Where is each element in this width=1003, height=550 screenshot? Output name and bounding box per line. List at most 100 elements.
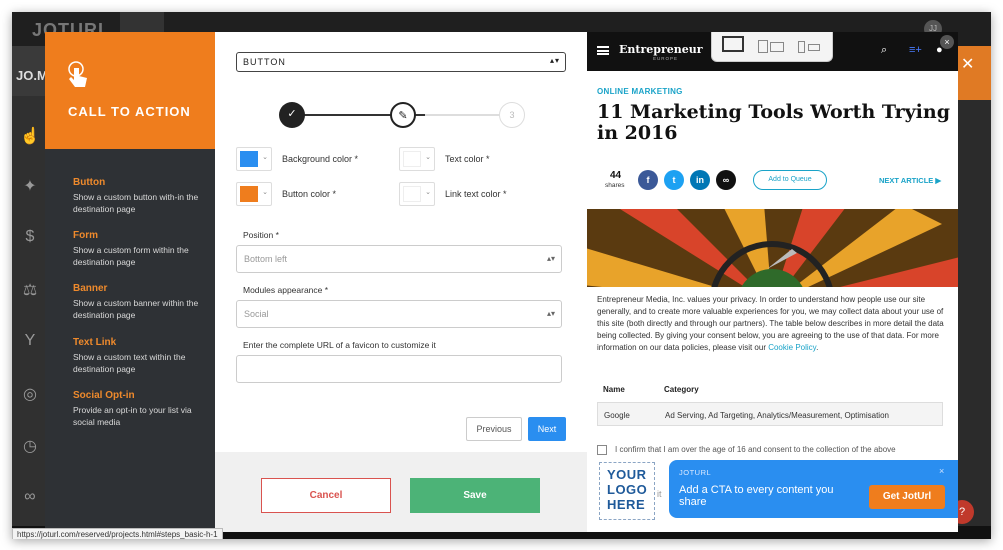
table-cell-category: Ad Serving, Ad Targeting, Analytics/Meas… [665,411,889,420]
favicon-url-input[interactable] [236,355,562,383]
scale-icon[interactable]: ⚖ [20,280,40,300]
consent-checkbox[interactable] [597,445,607,455]
cookie-policy-link[interactable]: Cookie Policy [768,343,816,352]
cta-popup: JOTURL Add a CTA to every content you sh… [669,460,958,518]
cta-item-title: Banner [73,283,108,294]
cta-item-desc: Provide an opt-in to your list via socia… [73,405,192,427]
button-color-label: Button color * [282,189,337,199]
cta-item-title: Social Opt-in [73,390,135,401]
tablet-landscape-icon[interactable] [770,42,784,52]
article-headline: 11 Marketing Tools Worth Trying in 2016 [597,101,951,144]
table-cell-name: Google [604,411,630,420]
text-color-picker[interactable]: ⌄ [399,147,435,171]
device-toggle-bar [711,32,833,62]
button-color-chip [240,186,258,202]
step-3[interactable]: 3 [499,102,525,128]
modules-appearance-select[interactable]: Social ▴▾ [236,300,562,328]
chevron-down-icon: ⌄ [262,189,268,196]
position-value: Bottom left [244,254,288,264]
cta-item-form[interactable]: Form Show a custom form within the desti… [73,230,203,268]
privacy-text-end: . [816,343,819,352]
cta-item-title: Text Link [73,337,117,348]
target-icon[interactable]: ◎ [20,384,40,404]
cta-item-social-optin[interactable]: Social Opt-in Provide an opt-in to your … [73,390,203,428]
link-icon[interactable]: ∞ [20,488,40,508]
table-header-name: Name [603,385,625,394]
status-bar-url: https://joturl.com/reserved/projects.htm… [12,528,223,539]
position-label: Position * [243,230,279,240]
desktop-view-icon[interactable] [722,36,744,52]
logo-line: HERE [607,497,646,512]
cta-title: CALL TO ACTION [68,104,191,119]
cta-item-desc: Show a custom form within the destinatio… [73,245,189,267]
cta-form: BUTTON ▴▾ ✓ ✎ 3 ⌄ Background color * ⌄ T… [215,32,587,532]
shares-label: shares [605,182,625,189]
cancel-button[interactable]: Cancel [261,478,391,513]
cta-type-select[interactable]: BUTTON ▴▾ [236,52,566,72]
get-joturl-button[interactable]: Get JotUrl [869,485,945,509]
add-to-list-icon[interactable]: ≡+ [909,44,922,56]
step-1-check-icon[interactable]: ✓ [279,102,305,128]
cta-item-button[interactable]: Button Show a custom button with-in the … [73,177,203,215]
hand-icon[interactable]: ☝ [20,126,40,146]
modules-appearance-value: Social [244,309,269,319]
article-category[interactable]: ONLINE MARKETING [597,87,683,96]
cta-type-list: Button Show a custom button with-in the … [45,149,215,532]
chevron-down-icon: ⌄ [262,154,268,161]
mobile-landscape-icon[interactable] [808,44,820,51]
project-title: JO.M [16,68,48,83]
site-brand[interactable]: Entrepreneur [619,43,703,56]
dollar-icon[interactable]: $ [20,228,40,248]
search-icon[interactable]: ⌕ [881,44,887,57]
hand-pointer-icon [68,61,87,87]
cta-item-text-link[interactable]: Text Link Show a custom text within the … [73,337,203,375]
save-button[interactable]: Save [410,478,540,513]
popup-brand: JOTURL [679,468,712,477]
preview-close-icon[interactable]: × [940,35,954,49]
previous-button[interactable]: Previous [466,417,522,441]
privacy-notice: Entrepreneur Media, Inc. values your pri… [597,294,947,354]
table-header-category: Category [664,385,699,394]
logo-placeholder: YOUR LOGO HERE [599,462,655,520]
step-2-pencil-icon[interactable]: ✎ [390,102,416,128]
mobile-portrait-icon[interactable] [798,41,805,53]
next-button[interactable]: Next [528,417,566,441]
stopwatch-icon[interactable]: ◷ [20,436,40,456]
shares-count: 44 [610,170,622,181]
background-color-chip [240,151,258,167]
fork-icon[interactable]: Y [20,332,40,352]
tablet-portrait-icon[interactable] [758,40,768,53]
position-select[interactable]: Bottom left ▴▾ [236,245,562,273]
add-to-queue-button[interactable]: Add to Queue [753,170,827,190]
next-article-link[interactable]: NEXT ARTICLE ▶ [879,176,941,185]
select-arrows-icon: ▴▾ [546,309,555,318]
facebook-icon[interactable]: f [638,170,658,190]
cta-item-banner[interactable]: Banner Show a custom banner within the d… [73,283,203,321]
twitter-icon[interactable]: t [664,170,684,190]
select-arrows-icon: ▴▾ [549,56,560,65]
modules-appearance-label: Modules appearance * [243,285,329,295]
button-color-picker[interactable]: ⌄ [236,182,272,206]
cta-item-desc: Show a custom button with-in the destina… [73,192,199,214]
bulb-icon[interactable]: ✦ [20,176,40,196]
background-color-label: Background color * [282,154,359,164]
popup-close-icon[interactable]: × [939,466,944,476]
form-footer: Cancel Save [215,452,587,532]
link-text-color-picker[interactable]: ⌄ [399,182,435,206]
site-brand-sub: EUROPE [653,56,679,61]
background-color-picker[interactable]: ⌄ [236,147,272,171]
select-arrows-icon: ▴▾ [546,254,555,263]
linkedin-icon[interactable]: in [690,170,710,190]
background-sidebar: ☝ ✦ $ ⚖ Y ◎ ◷ ∞ [12,96,46,526]
chevron-down-icon: ⌄ [425,154,431,161]
logo-line: LOGO [607,482,648,497]
cta-header: CALL TO ACTION [45,32,215,149]
close-icon[interactable]: ✕ [961,54,974,74]
cta-type-value: BUTTON [243,57,286,67]
article-hero-image [587,209,958,287]
cta-item-desc: Show a custom text within the destinatio… [73,352,186,374]
cta-item-title: Form [73,230,98,241]
app-window: JOTURL JJ JO.M ✕ ☝ ✦ $ ⚖ Y ◎ ◷ ∞ ? CALL … [12,12,991,539]
hamburger-menu-icon[interactable] [597,46,609,55]
copy-link-icon[interactable]: ∞ [716,170,736,190]
